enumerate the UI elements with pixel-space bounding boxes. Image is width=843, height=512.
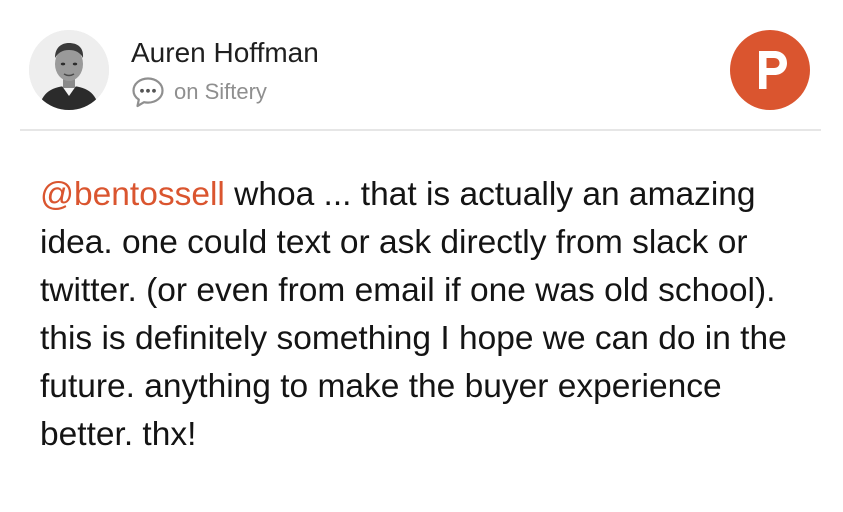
source-text[interactable]: on Siftery [174, 79, 267, 105]
comment-card: Auren Hoffman on Siftery @bentossell who… [0, 0, 843, 512]
product-hunt-logo[interactable] [730, 30, 810, 110]
comment-text: whoa ... that is actually an amazing ide… [40, 176, 787, 453]
header-divider [20, 129, 821, 131]
author-name[interactable]: Auren Hoffman [131, 36, 319, 70]
comment-bubble-icon [132, 77, 164, 108]
author-avatar[interactable] [29, 30, 109, 110]
product-hunt-p-icon [759, 51, 787, 89]
comment-body: @bentossell whoa ... that is actually an… [40, 171, 820, 459]
mention-link[interactable]: @bentossell [40, 176, 225, 213]
source-line: on Siftery [131, 76, 267, 108]
